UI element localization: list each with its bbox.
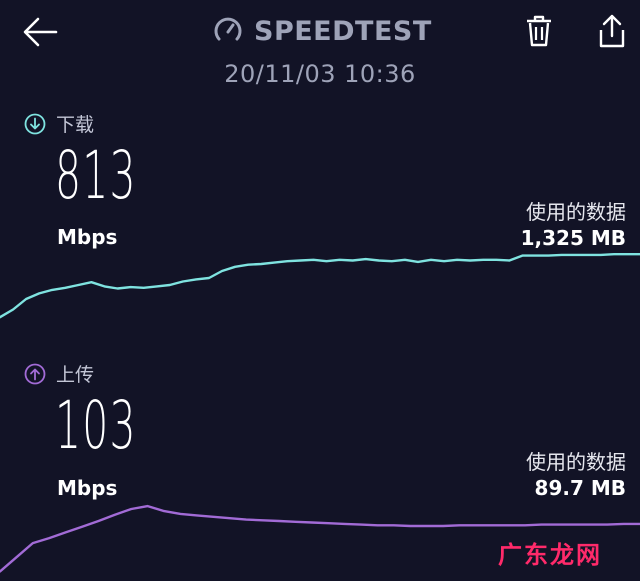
share-button[interactable] (594, 12, 630, 50)
speedometer-icon (214, 17, 242, 41)
app-title: SPEEDTEST (212, 14, 432, 48)
download-speed-line (0, 253, 640, 319)
app-title-text: SPEEDTEST (254, 15, 432, 47)
upload-data-used-label: 使用的数据 (526, 450, 626, 474)
download-label: 下载 (56, 114, 95, 136)
delete-button[interactable] (520, 12, 558, 50)
share-icon (599, 14, 625, 48)
back-button[interactable] (20, 14, 60, 50)
upload-label: 上传 (56, 364, 95, 386)
download-data-used-label: 使用的数据 (526, 200, 626, 224)
trash-icon (527, 15, 551, 47)
download-speed-value: 813 (55, 137, 137, 214)
test-datetime: 20/11/03 10:36 (224, 60, 416, 88)
arrow-left-icon (23, 17, 58, 47)
upload-speed-value: 103 (55, 387, 137, 464)
download-heading: 下载 (24, 110, 94, 137)
upload-arrow-icon (24, 363, 46, 384)
watermark-text: 广东龙网 (498, 541, 602, 569)
upload-heading: 上传 (24, 360, 94, 387)
download-arrow-icon (24, 113, 46, 134)
download-speed-graph (0, 253, 640, 319)
